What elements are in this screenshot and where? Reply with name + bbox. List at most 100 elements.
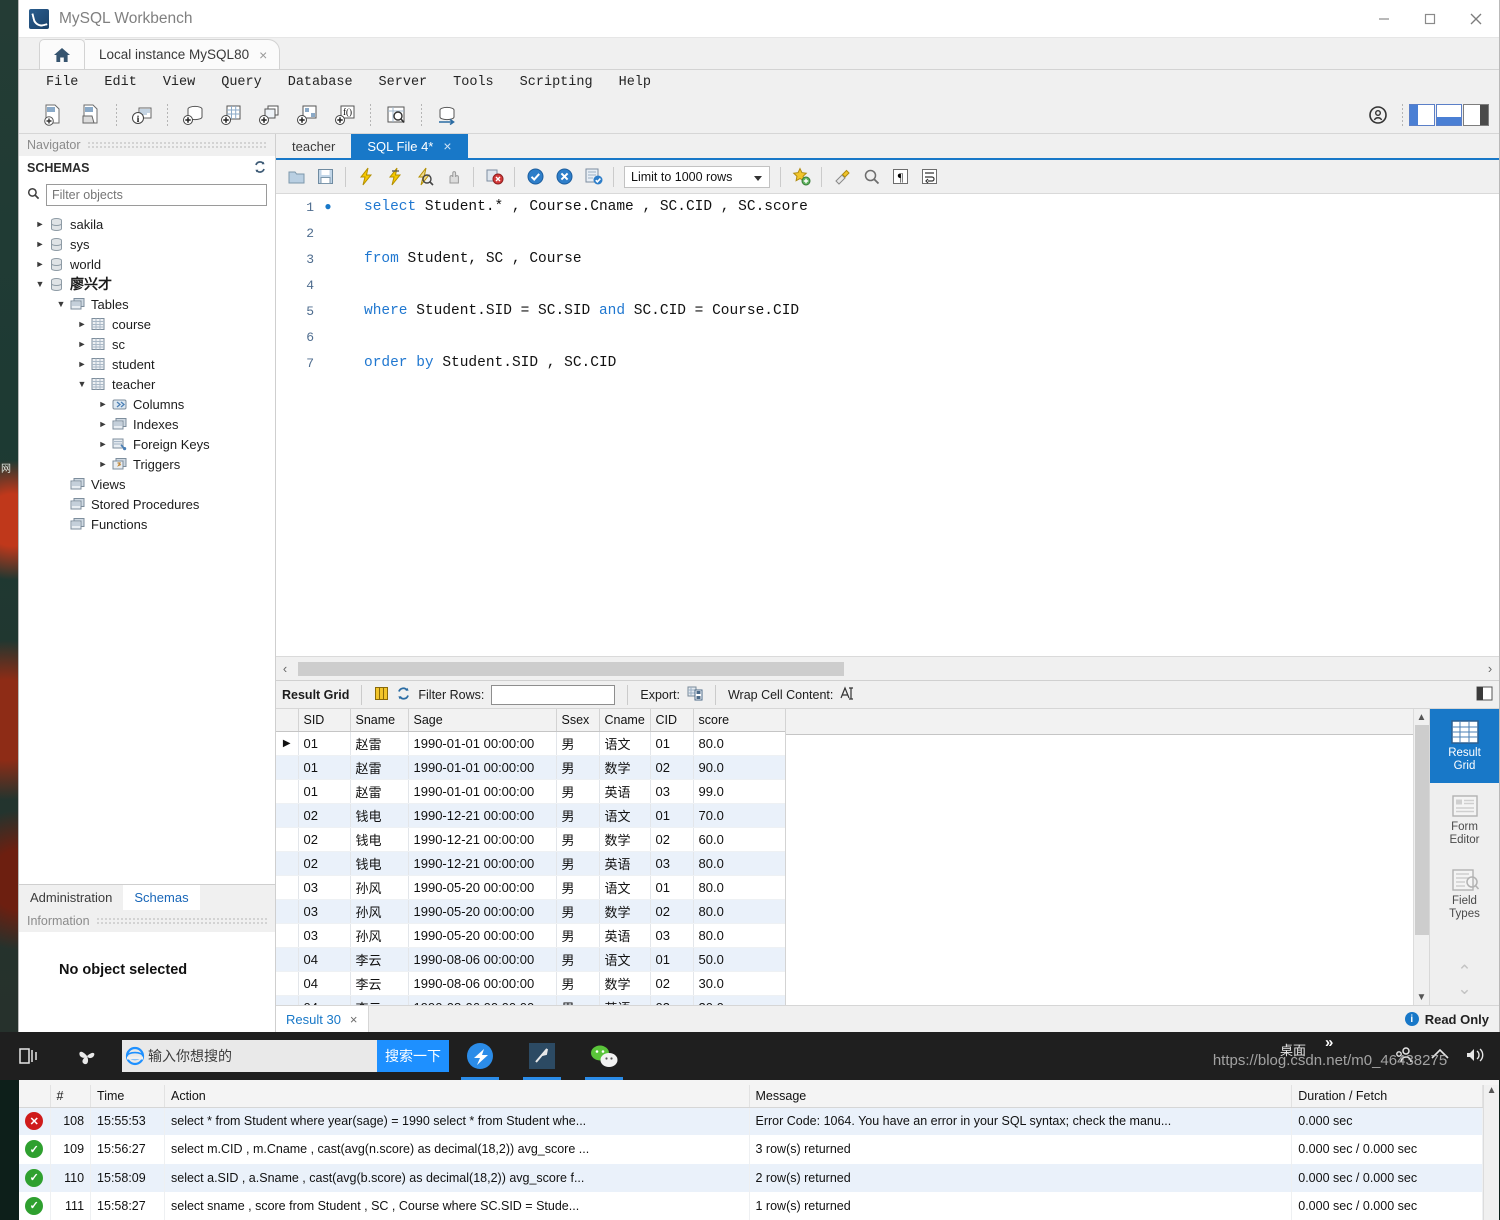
table-row[interactable]: 03 孙风 1990-05-20 00:00:00 男语文 01 80.0: [276, 875, 786, 900]
cell-sage[interactable]: 1990-08-06 00:00:00: [408, 947, 557, 972]
chevron-right-icon[interactable]: ►: [33, 239, 47, 249]
table-row[interactable]: 01 赵雷 1990-01-01 00:00:00 男英语 03 99.0: [276, 779, 786, 804]
toggle-output-icon[interactable]: [1436, 103, 1462, 126]
limit-rows-select[interactable]: Limit to 1000 rows: [624, 165, 770, 188]
cell-sname[interactable]: 赵雷: [350, 779, 409, 804]
admin-target-icon[interactable]: [1360, 99, 1396, 131]
tree-item-teacher[interactable]: ▼ teacher: [19, 374, 275, 394]
tree-item-廖兴才[interactable]: ▼ 廖兴才: [19, 274, 275, 294]
cell-cname[interactable]: 语文: [599, 803, 651, 828]
search-box[interactable]: 输入你想搜的: [122, 1040, 377, 1072]
result-grid-view-button[interactable]: Result Grid: [1429, 709, 1499, 783]
table-row[interactable]: 04 李云 1990-08-06 00:00:00 男数学 02 30.0: [276, 971, 786, 996]
result-grid-vertical-scrollbar[interactable]: ▲ ▼: [1413, 709, 1429, 1005]
home-tab[interactable]: [39, 39, 85, 69]
output-vertical-scrollbar[interactable]: ▲: [1483, 1085, 1499, 1220]
cell-sname[interactable]: 李云: [350, 995, 409, 1005]
cell-cname[interactable]: 语文: [599, 875, 651, 900]
menu-help[interactable]: Help: [606, 70, 664, 96]
people-icon[interactable]: [1394, 1045, 1416, 1068]
new-procedure-icon[interactable]: [289, 99, 325, 131]
tree-item-course[interactable]: ► course: [19, 314, 275, 334]
search-button[interactable]: 搜索一下: [377, 1040, 449, 1072]
tree-item-sys[interactable]: ► sys: [19, 234, 275, 254]
tree-item-columns[interactable]: ► Columns: [19, 394, 275, 414]
cell-ssex[interactable]: 男: [556, 827, 600, 852]
cell-cname[interactable]: 语文: [599, 947, 651, 972]
scrollbar-track[interactable]: [294, 661, 1481, 676]
chevron-right-icon[interactable]: ►: [33, 259, 47, 269]
cell-ssex[interactable]: 男: [556, 947, 600, 972]
panel-toggle-icon[interactable]: [1476, 686, 1499, 704]
cell-sname[interactable]: 赵雷: [350, 755, 409, 780]
cell-sage[interactable]: 1990-05-20 00:00:00: [408, 923, 557, 948]
cell-ssex[interactable]: 男: [556, 899, 600, 924]
maximize-button[interactable]: [1407, 0, 1453, 38]
output-row[interactable]: ✓ 111 15:58:27 select sname , score from St…: [19, 1191, 1484, 1220]
tab-local-instance-mysql80[interactable]: Local instance MySQL80 ×: [85, 39, 281, 69]
field-types-view-button[interactable]: Field Types: [1430, 857, 1500, 931]
filter-rows-input[interactable]: [491, 684, 616, 705]
toggle-secondary-sidebar-icon[interactable]: [1463, 103, 1489, 126]
cell-sage[interactable]: 1990-01-01 00:00:00: [408, 755, 557, 780]
table-row[interactable]: 02 钱电 1990-12-21 00:00:00 男数学 02 60.0: [276, 827, 786, 852]
chevron-right-icon[interactable]: ►: [96, 439, 110, 449]
cell-sage[interactable]: 1990-12-21 00:00:00: [408, 827, 557, 852]
close-button[interactable]: [1453, 0, 1499, 38]
cell-sname[interactable]: 钱电: [350, 803, 409, 828]
cell-score[interactable]: 30.0: [693, 971, 786, 996]
chevron-right-icon[interactable]: ►: [75, 359, 89, 369]
scrollbar-thumb[interactable]: [298, 661, 844, 676]
cell-sid[interactable]: 04: [298, 971, 351, 996]
cell-ssex[interactable]: 男: [556, 971, 600, 996]
code-line[interactable]: 6: [276, 324, 1499, 350]
output-column-durationfetch[interactable]: Duration / Fetch: [1291, 1085, 1484, 1108]
cell-sage[interactable]: 1990-01-01 00:00:00: [408, 779, 557, 804]
menu-server[interactable]: Server: [366, 70, 441, 96]
cell-ssex[interactable]: 男: [556, 755, 600, 780]
tree-item-sakila[interactable]: ► sakila: [19, 214, 275, 234]
cell-score[interactable]: 70.0: [693, 803, 786, 828]
code-line[interactable]: 3 from Student, SC , Course: [276, 246, 1499, 272]
chevron-right-icon[interactable]: ►: [96, 419, 110, 429]
wrap-cell-icon[interactable]: [840, 685, 856, 704]
new-function-icon[interactable]: f(): [327, 99, 363, 131]
output-column-time[interactable]: Time: [90, 1085, 165, 1108]
cell-cname[interactable]: 英语: [599, 779, 651, 804]
menu-file[interactable]: File: [33, 70, 91, 96]
connection-info-icon[interactable]: i: [124, 99, 160, 131]
cell-ssex[interactable]: 男: [556, 851, 600, 876]
sidebar-scroll-up-icon[interactable]: ⌃: [1457, 963, 1471, 980]
table-row[interactable]: 03 孙风 1990-05-20 00:00:00 男数学 02 80.0: [276, 899, 786, 924]
cell-cid[interactable]: 03: [650, 923, 694, 948]
table-row[interactable]: 04李云1990-08-06 00:00:00男英语0320.0: [276, 995, 786, 1005]
output-row[interactable]: ✕ 108 15:55:53 select * from Student where …: [19, 1107, 1484, 1136]
cell-score[interactable]: 80.0: [693, 899, 786, 924]
tree-item-foreign-keys[interactable]: ► Foreign Keys: [19, 434, 275, 454]
scroll-right-icon[interactable]: ›: [1481, 661, 1499, 676]
sql-code-editor[interactable]: 1 ● select Student.* , Course.Cname , SC.C…: [276, 194, 1499, 656]
cell-sid[interactable]: 01: [298, 779, 351, 804]
table-row[interactable]: 04 李云 1990-08-06 00:00:00 男语文 01 50.0: [276, 947, 786, 972]
find-icon[interactable]: [857, 163, 885, 191]
cell-ssex[interactable]: 男: [556, 731, 600, 756]
column-header-sname[interactable]: Sname: [350, 709, 409, 732]
cell-score[interactable]: 20.0: [693, 995, 786, 1005]
table-row[interactable]: 02 钱电 1990-12-21 00:00:00 男语文 01 70.0: [276, 803, 786, 828]
cell-cid[interactable]: 03: [650, 995, 694, 1005]
close-icon[interactable]: ×: [350, 1012, 358, 1027]
cell-sname[interactable]: 钱电: [350, 827, 409, 852]
open-script-icon[interactable]: [282, 163, 310, 191]
grid-view-icon[interactable]: [374, 686, 389, 704]
cell-cid[interactable]: 01: [650, 731, 694, 756]
cell-score[interactable]: 90.0: [693, 755, 786, 780]
menu-database[interactable]: Database: [275, 70, 366, 96]
cell-sage[interactable]: 1990-05-20 00:00:00: [408, 899, 557, 924]
output-row[interactable]: ✓ 110 15:58:09 select a.SID , a.Sname , cas…: [19, 1163, 1484, 1192]
toggle-invisible-chars-icon[interactable]: ¶: [886, 163, 914, 191]
chevron-right-icon[interactable]: ►: [33, 219, 47, 229]
table-row[interactable]: 03 孙风 1990-05-20 00:00:00 男英语 03 80.0: [276, 923, 786, 948]
chevron-right-icon[interactable]: ►: [96, 399, 110, 409]
cell-score[interactable]: 50.0: [693, 947, 786, 972]
toggle-stop-on-error-icon[interactable]: [480, 163, 508, 191]
